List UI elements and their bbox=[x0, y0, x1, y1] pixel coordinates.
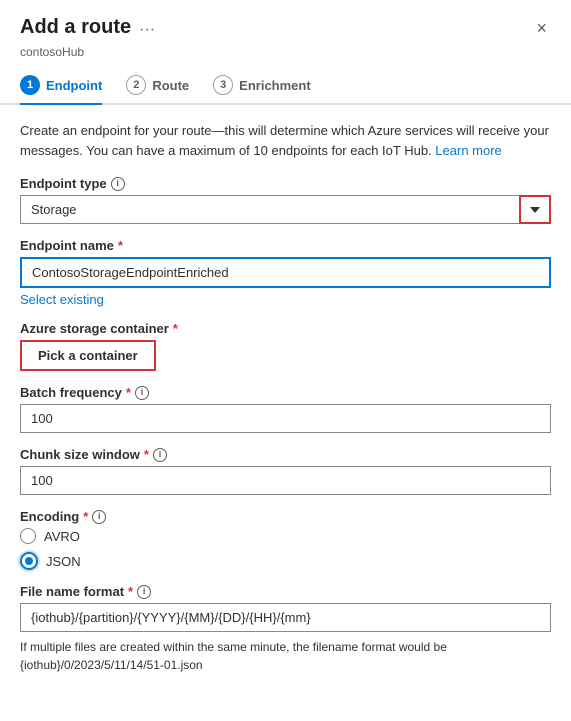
azure-storage-container-group: Azure storage container * Pick a contain… bbox=[20, 321, 551, 371]
batch-frequency-input[interactable] bbox=[20, 404, 551, 433]
add-route-panel: Add a route ··· × contosoHub 1 Endpoint … bbox=[0, 0, 571, 721]
panel-subtitle: contosoHub bbox=[0, 45, 571, 67]
avro-radio-label: AVRO bbox=[44, 529, 80, 544]
step-enrichment[interactable]: 3 Enrichment bbox=[213, 75, 311, 103]
endpoint-type-select[interactable]: Storage Event Hubs Service Bus Queue Ser… bbox=[20, 195, 551, 224]
file-name-format-info-icon[interactable]: i bbox=[137, 585, 151, 599]
azure-storage-container-label: Azure storage container * bbox=[20, 321, 551, 336]
description-text: Create an endpoint for your route—this w… bbox=[20, 121, 551, 160]
json-radio-label: JSON bbox=[46, 554, 81, 569]
endpoint-name-input[interactable] bbox=[20, 257, 551, 288]
endpoint-type-select-wrapper: Storage Event Hubs Service Bus Queue Ser… bbox=[20, 195, 551, 224]
page-title: Add a route bbox=[20, 16, 131, 39]
learn-more-link[interactable]: Learn more bbox=[435, 143, 501, 158]
endpoint-name-required: * bbox=[118, 238, 123, 253]
step-label-1: Endpoint bbox=[46, 78, 102, 93]
endpoint-name-group: Endpoint name * Select existing bbox=[20, 238, 551, 307]
endpoint-type-label: Endpoint type i bbox=[20, 176, 551, 191]
step-endpoint[interactable]: 1 Endpoint bbox=[20, 75, 102, 105]
chunk-size-label: Chunk size window * i bbox=[20, 447, 551, 462]
file-name-format-group: File name format * i If multiple files a… bbox=[20, 584, 551, 674]
encoding-group: Encoding * i AVRO JSON bbox=[20, 509, 551, 570]
chunk-size-input[interactable] bbox=[20, 466, 551, 495]
avro-radio-button[interactable] bbox=[20, 528, 36, 544]
step-circle-3: 3 bbox=[213, 75, 233, 95]
panel-header: Add a route ··· × bbox=[0, 0, 571, 45]
json-radio-button[interactable] bbox=[20, 552, 38, 570]
encoding-avro-option[interactable]: AVRO bbox=[20, 528, 551, 544]
file-name-format-input[interactable] bbox=[20, 603, 551, 632]
step-circle-2: 2 bbox=[126, 75, 146, 95]
step-label-2: Route bbox=[152, 78, 189, 93]
batch-frequency-group: Batch frequency * i bbox=[20, 385, 551, 433]
step-route[interactable]: 2 Route bbox=[126, 75, 189, 103]
batch-frequency-required: * bbox=[126, 385, 131, 400]
encoding-required: * bbox=[83, 509, 88, 524]
steps-bar: 1 Endpoint 2 Route 3 Enrichment bbox=[0, 67, 571, 105]
encoding-info-icon[interactable]: i bbox=[92, 510, 106, 524]
encoding-radio-group: AVRO JSON bbox=[20, 528, 551, 570]
azure-storage-required: * bbox=[173, 321, 178, 336]
content-area: Create an endpoint for your route—this w… bbox=[0, 105, 571, 704]
encoding-json-option[interactable]: JSON bbox=[20, 552, 551, 570]
encoding-label: Encoding * i bbox=[20, 509, 551, 524]
endpoint-name-label: Endpoint name * bbox=[20, 238, 551, 253]
json-radio-inner bbox=[25, 557, 33, 565]
pick-container-button[interactable]: Pick a container bbox=[20, 340, 156, 371]
file-name-format-required: * bbox=[128, 584, 133, 599]
chunk-size-info-icon[interactable]: i bbox=[153, 448, 167, 462]
close-icon[interactable]: × bbox=[532, 16, 551, 41]
more-options-icon[interactable]: ··· bbox=[139, 21, 155, 39]
chunk-size-group: Chunk size window * i bbox=[20, 447, 551, 495]
batch-frequency-label: Batch frequency * i bbox=[20, 385, 551, 400]
select-existing-link[interactable]: Select existing bbox=[20, 292, 104, 307]
endpoint-type-group: Endpoint type i Storage Event Hubs Servi… bbox=[20, 176, 551, 224]
step-label-3: Enrichment bbox=[239, 78, 311, 93]
step-circle-1: 1 bbox=[20, 75, 40, 95]
chunk-size-required: * bbox=[144, 447, 149, 462]
endpoint-type-info-icon[interactable]: i bbox=[111, 177, 125, 191]
batch-frequency-info-icon[interactable]: i bbox=[135, 386, 149, 400]
file-format-note: If multiple files are created within the… bbox=[20, 638, 551, 674]
panel-title-area: Add a route ··· bbox=[20, 16, 155, 39]
file-name-format-label: File name format * i bbox=[20, 584, 551, 599]
